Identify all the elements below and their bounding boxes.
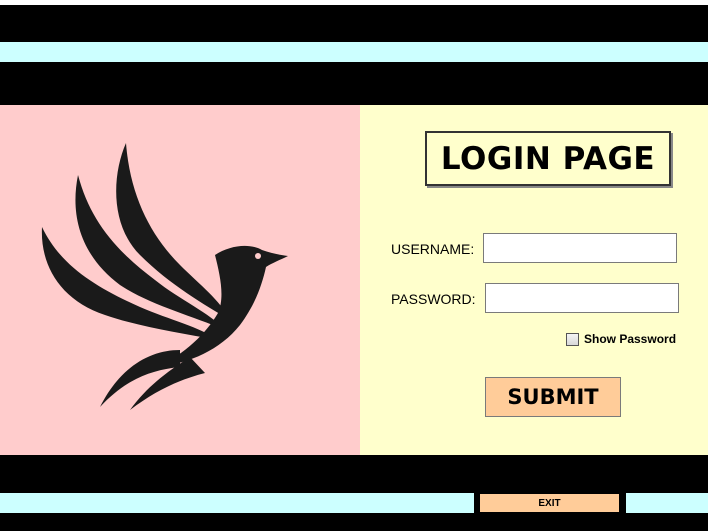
page-title: LOGIN PAGE bbox=[440, 140, 656, 177]
username-label: USERNAME: bbox=[391, 241, 475, 257]
exit-button[interactable]: EXIT bbox=[480, 494, 619, 512]
page-title-box: LOGIN PAGE bbox=[425, 131, 671, 186]
show-password-toggle[interactable]: Show Password bbox=[566, 332, 676, 346]
logo-panel bbox=[0, 105, 360, 455]
submit-button[interactable]: SUBMIT bbox=[485, 377, 621, 417]
footer-black-band bbox=[0, 455, 708, 493]
show-password-label: Show Password bbox=[584, 332, 677, 346]
show-password-checkbox[interactable] bbox=[566, 332, 579, 346]
top-cyan-band bbox=[0, 42, 708, 62]
bottom-black-band bbox=[0, 513, 708, 531]
login-window: LOGIN PAGE USERNAME: PASSWORD: Show Pass… bbox=[0, 0, 708, 531]
header-black-band bbox=[0, 62, 708, 105]
login-form-panel: LOGIN PAGE USERNAME: PASSWORD: Show Pass… bbox=[360, 105, 708, 455]
password-label: PASSWORD: bbox=[391, 291, 476, 307]
top-edge-strip bbox=[0, 0, 708, 5]
top-black-band bbox=[0, 0, 708, 42]
password-field[interactable] bbox=[485, 283, 679, 313]
username-field[interactable] bbox=[483, 233, 677, 263]
phoenix-bird-icon bbox=[41, 143, 288, 410]
